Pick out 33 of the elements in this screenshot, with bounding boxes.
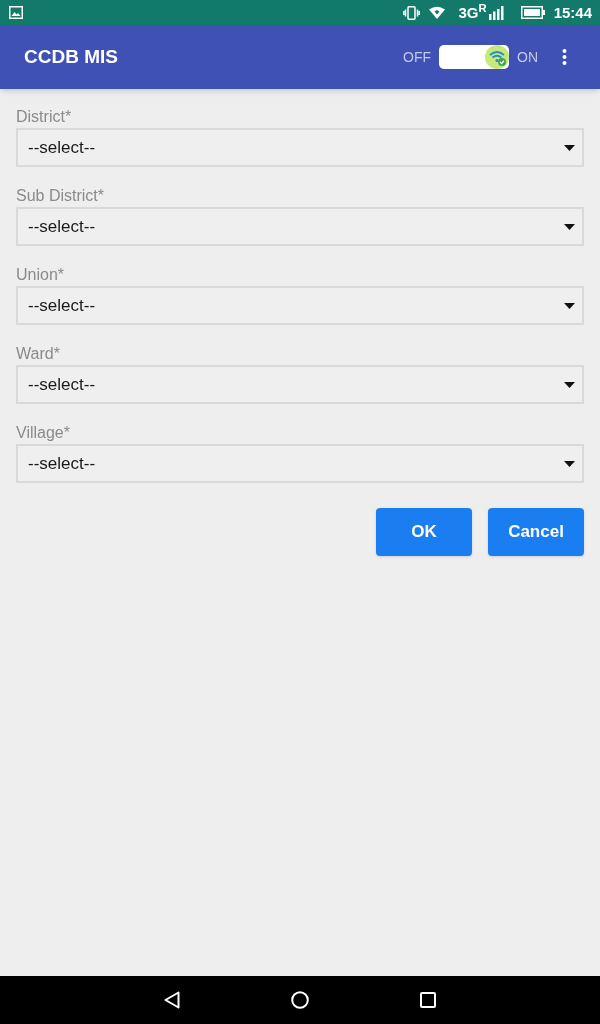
wifi-icon — [429, 6, 446, 19]
clock-time: 15:44 — [553, 4, 592, 21]
dropdown-field[interactable]: --select-- — [16, 207, 584, 246]
more-options-icon[interactable] — [562, 49, 567, 65]
on-label: ON — [517, 47, 538, 67]
toggle-switch[interactable] — [439, 45, 509, 69]
cancel-button[interactable]: Cancel — [488, 508, 584, 556]
dropdown-field[interactable]: --select-- — [16, 286, 584, 325]
field-label: District* — [16, 107, 72, 127]
back-icon[interactable] — [164, 991, 180, 1009]
field-label: Ward* — [16, 344, 60, 364]
dropdown-field[interactable]: --select-- — [16, 444, 584, 483]
network-type: 3G$^{R}$ — [458, 4, 487, 21]
field-label: Sub District* — [16, 186, 105, 206]
battery-icon — [520, 6, 545, 19]
off-label: OFF — [403, 47, 431, 67]
image-icon — [9, 6, 23, 19]
caret-icon — [564, 460, 575, 467]
field-label: Village* — [16, 423, 70, 443]
dropdown-field[interactable]: --select-- — [16, 365, 584, 404]
caret-icon — [564, 144, 575, 151]
dropdown-field[interactable]: --select-- — [16, 128, 584, 167]
wifi-check-icon — [485, 45, 509, 69]
caret-icon — [564, 223, 575, 230]
signal-icon — [488, 5, 504, 20]
vibrate-icon — [403, 5, 421, 20]
home-icon[interactable] — [291, 991, 309, 1009]
caret-icon — [564, 381, 575, 388]
field-label: Union* — [16, 265, 65, 285]
ok-button[interactable]: OK — [376, 508, 472, 556]
recents-icon[interactable] — [420, 992, 436, 1008]
caret-icon — [564, 302, 575, 309]
app-title: CCDB MIS — [24, 44, 118, 69]
